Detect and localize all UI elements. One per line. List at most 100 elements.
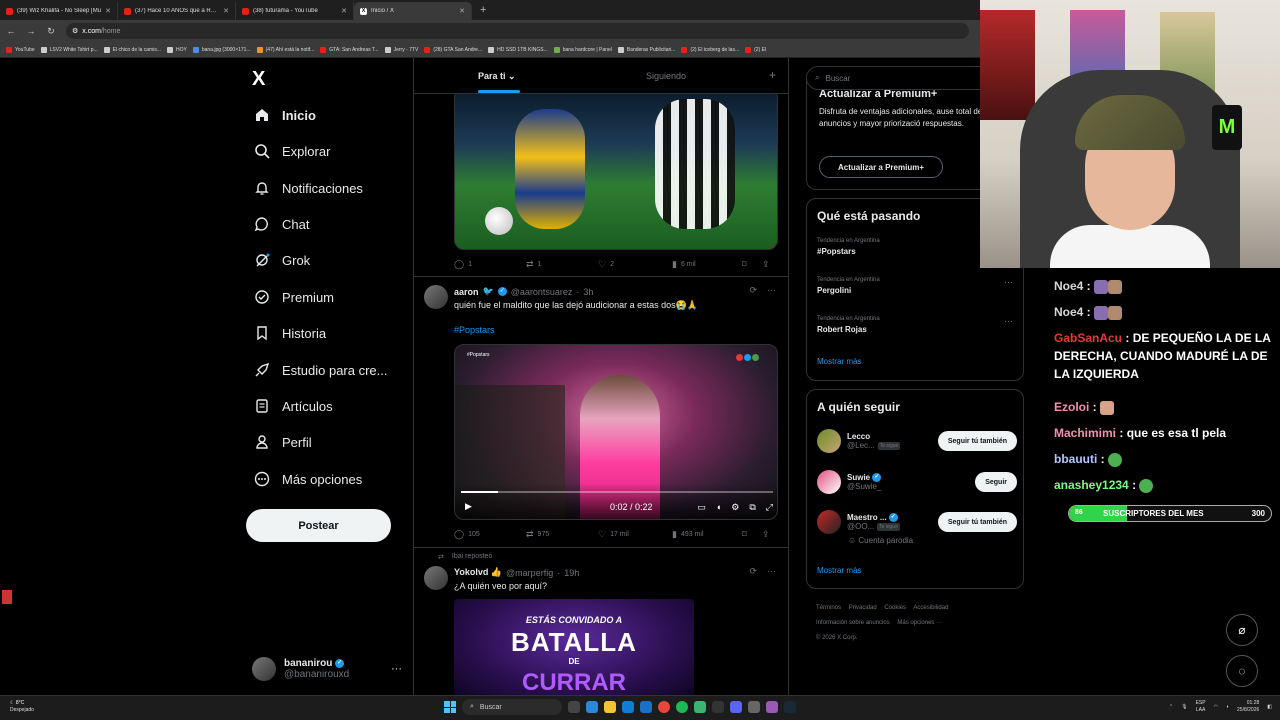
app-icon[interactable] xyxy=(766,701,778,713)
more-dots-icon[interactable]: ··· xyxy=(767,285,776,296)
bookmark[interactable]: (2) El iceberg de las... xyxy=(681,46,739,53)
forward-icon[interactable]: → xyxy=(26,26,36,36)
bookmark-button[interactable]: ⌑ xyxy=(742,529,762,540)
hashtag-link[interactable]: #Popstars xyxy=(454,325,495,335)
wifi-icon[interactable]: ◠ xyxy=(1214,704,1218,710)
tab-siguiendo[interactable]: Siguiendo xyxy=(646,71,686,81)
bookmark[interactable]: LSV2 White Tshirt p... xyxy=(40,46,98,53)
bookmark[interactable]: HD SSD 1TB KINGS... xyxy=(488,46,548,53)
bookmark[interactable]: bana hardcore | Panel xyxy=(553,46,612,53)
tweet-image[interactable] xyxy=(454,88,778,250)
more-dots-icon[interactable]: ··· xyxy=(767,566,776,577)
sidebar-item-explorar[interactable]: Explorar xyxy=(254,136,330,166)
windows-start-icon[interactable] xyxy=(444,701,456,713)
app-icon[interactable] xyxy=(694,701,706,713)
bookmark[interactable]: El chico de la camis... xyxy=(103,46,161,53)
app-icon[interactable] xyxy=(640,701,652,713)
chevron-up-icon[interactable]: ⌃ xyxy=(1169,704,1173,710)
follow-suggestion[interactable]: Maestro ... ✓ @OO... Te sigue Seguir tú t… xyxy=(817,507,1017,537)
repost-button[interactable]: ⇄ 1 xyxy=(526,259,598,270)
obs-icon[interactable] xyxy=(712,701,724,713)
x-logo[interactable]: X xyxy=(252,68,265,91)
bookmark[interactable]: Jerry - 7TV xyxy=(384,46,418,53)
desktop-side-icon[interactable] xyxy=(2,590,12,604)
settings-icon[interactable]: ⚙ xyxy=(731,502,739,513)
reply-button[interactable]: ◯ 1 xyxy=(454,259,526,270)
more-dots-icon[interactable]: ··· xyxy=(391,663,402,675)
pip-icon[interactable]: ⧉ xyxy=(749,502,755,513)
app-icon[interactable] xyxy=(586,701,598,713)
sidebar-item-notificaciones[interactable]: Notificaciones xyxy=(254,173,363,203)
fullscreen-icon[interactable]: ⤢ xyxy=(766,502,773,513)
grok-icon[interactable]: ⟳ xyxy=(749,566,757,577)
bookmark[interactable]: (28) GTA San Andre... xyxy=(424,46,482,53)
folder-icon[interactable] xyxy=(604,701,616,713)
bookmark-button[interactable]: ⌑ xyxy=(742,259,762,270)
post-button[interactable]: Postear xyxy=(246,509,391,542)
play-icon[interactable]: ▶ xyxy=(465,501,472,512)
taskbar-search[interactable]: ⌕ Buscar xyxy=(462,699,562,715)
bookmark[interactable]: (2) El xyxy=(745,46,766,53)
tweet-video[interactable]: #Popstars ▶ 0:02 / 0:22 ▭ ◖ ⚙ ⧉ ⤢ xyxy=(454,344,778,520)
reload-icon[interactable]: ↻ xyxy=(46,26,56,37)
grok-float-button[interactable]: ⌀ xyxy=(1226,614,1258,646)
new-tab-button[interactable]: + xyxy=(472,4,486,16)
sidebar-item-grok[interactable]: Grok xyxy=(254,245,310,275)
site-info-icon[interactable]: ⚙ xyxy=(72,27,78,35)
trend-item[interactable]: Tendencia en Argentina Robert Rojas ··· xyxy=(817,316,1013,334)
like-button[interactable]: ♡ 17 mil xyxy=(598,529,672,540)
steam-icon[interactable] xyxy=(784,701,796,713)
close-icon[interactable]: ✕ xyxy=(223,7,229,15)
premium-upgrade-button[interactable]: Actualizar a Premium+ xyxy=(819,156,943,178)
views-button[interactable]: ▮ 493 mil xyxy=(672,529,742,540)
follow-back-button[interactable]: Seguir tú también xyxy=(937,512,1017,532)
reply-button[interactable]: ◯ 105 xyxy=(454,529,526,540)
show-more-link[interactable]: Mostrar más xyxy=(817,357,861,366)
messages-float-button[interactable]: ◌ xyxy=(1226,655,1258,687)
video-progress[interactable] xyxy=(461,491,773,493)
clock[interactable]: 01:28 25/8/2026 xyxy=(1237,700,1259,714)
close-icon[interactable]: ✕ xyxy=(105,7,111,15)
bookmark[interactable]: (47) Ahí está la notif... xyxy=(256,46,314,53)
bookmark[interactable]: YouTube xyxy=(6,46,35,53)
sidebar-item-articulos[interactable]: Artículos xyxy=(254,391,333,421)
close-icon[interactable]: ✕ xyxy=(341,7,347,15)
chrome-icon[interactable] xyxy=(658,701,670,713)
avatar[interactable] xyxy=(424,285,448,309)
browser-tab[interactable]: (38) futurama - YouTube ✕ xyxy=(236,2,354,20)
close-icon[interactable]: ✕ xyxy=(459,7,465,15)
avatar[interactable] xyxy=(424,566,448,590)
views-button[interactable]: ▮ 6 mil xyxy=(672,259,742,270)
like-button[interactable]: ♡ 2 xyxy=(598,259,672,270)
bookmark[interactable]: GTA: San Andreas T... xyxy=(320,46,379,53)
sidebar-item-inicio[interactable]: Inicio xyxy=(254,100,316,130)
browser-tab-active[interactable]: X Inicio / X ✕ xyxy=(354,2,472,20)
sidebar-item-chat[interactable]: Chat xyxy=(254,209,309,239)
tab-para-ti[interactable]: Para ti ⌄ xyxy=(478,71,516,82)
spotify-icon[interactable] xyxy=(676,701,688,713)
share-button[interactable]: ⇪ xyxy=(762,259,770,270)
notifications-icon[interactable]: ◧ xyxy=(1267,704,1272,710)
sidebar-item-perfil[interactable]: Perfil xyxy=(254,427,312,457)
sidebar-item-historia[interactable]: Historia xyxy=(254,318,326,348)
trend-item[interactable]: Tendencia en Argentina Pergolini ··· xyxy=(817,277,1013,295)
repost-button[interactable]: ⇄ 975 xyxy=(526,529,598,540)
show-more-link[interactable]: Mostrar más xyxy=(817,566,861,575)
follow-suggestion[interactable]: Suwie ✓ @Suwie_ Seguir xyxy=(817,467,1017,497)
volume-icon[interactable]: ◖ xyxy=(716,502,721,513)
task-view-icon[interactable] xyxy=(568,701,580,713)
sidebar-item-mas-opciones[interactable]: Más opciones xyxy=(254,464,362,494)
app-icon[interactable] xyxy=(748,701,760,713)
mic-icon[interactable]: 🎙 xyxy=(1181,704,1187,710)
bookmark[interactable]: HOY xyxy=(167,46,187,53)
share-button[interactable]: ⇪ xyxy=(762,529,770,540)
browser-tab[interactable]: (39) Wiz Khalifa - No Sleep [Mu ✕ xyxy=(0,2,118,20)
tweet-image[interactable]: ESTÁS CONVIDADO A BATALLA DE CURRAR xyxy=(454,599,694,695)
more-dots-icon[interactable]: ··· xyxy=(1004,277,1013,287)
browser-tab[interactable]: (37) Hace 10 AÑOS que a Rock ✕ xyxy=(118,2,236,20)
url-bar[interactable]: ⚙ x.com/home xyxy=(66,23,969,39)
follow-back-button[interactable]: Seguir tú también xyxy=(937,431,1017,451)
account-switcher[interactable]: bananirou ✓ @bananirouxd ··· xyxy=(252,654,402,684)
captions-icon[interactable]: ▭ xyxy=(697,502,706,513)
sidebar-item-premium[interactable]: Premium xyxy=(254,282,334,312)
